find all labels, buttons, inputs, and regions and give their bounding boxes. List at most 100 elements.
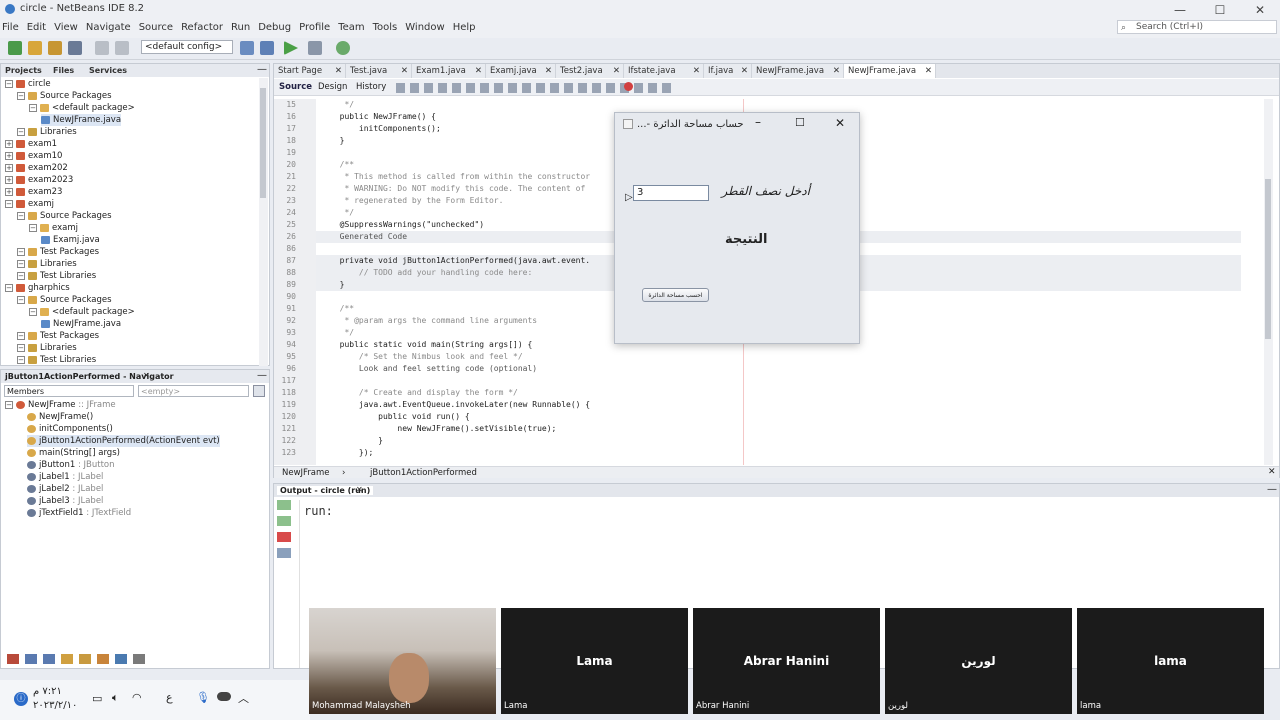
tree-item[interactable]: − examj: [5, 198, 54, 210]
close-button[interactable]: ✕: [1240, 0, 1280, 20]
radius-input[interactable]: 3: [633, 185, 709, 201]
expand-icon[interactable]: −: [5, 79, 13, 88]
editor-tab[interactable]: Ifstate.java ✕: [624, 64, 704, 78]
minimize-panel-icon[interactable]: —: [257, 64, 267, 75]
code-line[interactable]: * regenerated by the Form Editor.: [330, 195, 503, 207]
new-file-icon[interactable]: [8, 41, 22, 55]
maximize-button[interactable]: ☐: [1200, 0, 1240, 20]
rerun-icon[interactable]: [277, 500, 291, 510]
close-tab-icon[interactable]: ✕: [925, 64, 932, 78]
tree-item[interactable]: − Libraries: [17, 126, 77, 138]
code-line[interactable]: public static void main(String args[]) {: [330, 339, 533, 351]
expand-icon[interactable]: +: [5, 187, 13, 196]
history-subtab[interactable]: History: [356, 82, 386, 92]
expand-icon[interactable]: −: [29, 103, 37, 112]
expand-icon[interactable]: −: [29, 307, 37, 316]
code-line[interactable]: /* Set the Nimbus look and feel */: [330, 351, 523, 363]
code-line[interactable]: * WARNING: Do NOT modify this code. The …: [330, 183, 585, 195]
design-subtab[interactable]: Design: [318, 82, 347, 92]
tree-item[interactable]: − Source Packages: [17, 90, 112, 102]
menu-run[interactable]: Run: [231, 22, 250, 33]
close-tab-icon[interactable]: ✕: [833, 64, 840, 78]
tree-item[interactable]: − <default package>: [29, 306, 135, 318]
tree-item[interactable]: NewJFrame.java: [41, 318, 121, 330]
tree-item[interactable]: + exam10: [5, 150, 62, 162]
navigator-item[interactable]: main(String[] args): [27, 447, 120, 459]
expand-icon[interactable]: −: [17, 355, 25, 364]
expand-icon[interactable]: −: [29, 223, 37, 232]
minimize-button[interactable]: —: [1160, 0, 1200, 20]
tree-item[interactable]: − Source Packages: [17, 294, 112, 306]
save-all-icon[interactable]: [68, 41, 82, 55]
editor-tab[interactable]: If.java ✕: [704, 64, 752, 78]
filter-fields-icon[interactable]: [7, 654, 19, 664]
editor-tab[interactable]: Test2.java ✕: [556, 64, 624, 78]
navigator-item[interactable]: − NewJFrame :: JFrame: [5, 399, 116, 411]
members-filter-select[interactable]: Members: [4, 385, 134, 397]
editor-toolbar-icons[interactable]: [396, 83, 676, 93]
menu-window[interactable]: Window: [405, 22, 444, 33]
tree-item[interactable]: + exam2023: [5, 174, 73, 186]
close-tab-icon[interactable]: ✕: [545, 64, 552, 78]
expand-icon[interactable]: −: [17, 247, 25, 256]
clock-time[interactable]: ٧:٢١ م: [33, 686, 62, 697]
navigator-item[interactable]: jLabel3 : JLabel: [27, 495, 103, 507]
language-indicator[interactable]: ع: [166, 691, 173, 704]
code-line[interactable]: * This method is called from within the …: [330, 171, 590, 183]
run-icon[interactable]: [284, 41, 298, 55]
undo-icon[interactable]: [95, 41, 109, 55]
tree-item[interactable]: − Test Libraries: [17, 354, 96, 366]
participant-video-tile[interactable]: Mohammad Malaysheh: [309, 608, 496, 714]
dialog-minimize-button[interactable]: –: [755, 115, 761, 129]
editor-tab[interactable]: NewJFrame.java ✕: [752, 64, 844, 78]
sort-name-icon[interactable]: [115, 654, 127, 664]
close-navigator-icon[interactable]: ✕: [143, 371, 150, 380]
editor-tab[interactable]: Examj.java ✕: [486, 64, 556, 78]
filter-static-icon[interactable]: [25, 654, 37, 664]
menu-source[interactable]: Source: [139, 22, 173, 33]
participant-tile-abrar[interactable]: Abrar Hanini Abrar Hanini: [693, 608, 880, 714]
minimize-navigator-icon[interactable]: —: [257, 370, 267, 381]
expand-icon[interactable]: −: [17, 331, 25, 340]
code-line[interactable]: java.awt.EventQueue.invokeLater(new Runn…: [330, 399, 590, 411]
tree-item[interactable]: − Test Packages: [17, 330, 99, 342]
tab-projects[interactable]: Projects: [5, 66, 42, 75]
sort-icon[interactable]: [97, 654, 109, 664]
tree-item[interactable]: + exam1: [5, 138, 57, 150]
tree-item[interactable]: NewJFrame.java: [41, 114, 122, 126]
menu-navigate[interactable]: Navigate: [86, 22, 131, 33]
new-project-icon[interactable]: [28, 41, 42, 55]
settings-icon[interactable]: [277, 548, 291, 558]
tree-item[interactable]: − Test Libraries: [17, 270, 96, 282]
tree-item[interactable]: − Source Packages: [17, 210, 112, 222]
chevron-up-icon[interactable]: ︿: [238, 690, 249, 706]
code-line[interactable]: }: [330, 435, 383, 447]
code-line[interactable]: */: [330, 327, 354, 339]
redo-icon[interactable]: [115, 41, 129, 55]
tree-item[interactable]: − examj: [29, 222, 78, 234]
tree-item[interactable]: − circle: [5, 78, 51, 90]
code-line[interactable]: /**: [330, 303, 354, 315]
tree-item[interactable]: Examj.java: [41, 234, 100, 246]
participant-tile-lorin[interactable]: لورين لورين: [885, 608, 1072, 714]
navigator-item[interactable]: NewJFrame(): [27, 411, 93, 423]
editor-tab[interactable]: Exam1.java ✕: [412, 64, 486, 78]
code-line[interactable]: public NewJFrame() {: [330, 111, 436, 123]
expand-icon[interactable]: −: [5, 400, 13, 409]
empty-filter-select[interactable]: <empty>: [138, 385, 249, 397]
microphone-icon[interactable]: 🎙︎: [196, 691, 210, 704]
menu-tools[interactable]: Tools: [373, 22, 398, 33]
open-project-icon[interactable]: [48, 41, 62, 55]
tab-files[interactable]: Files: [53, 66, 74, 75]
code-line[interactable]: /**: [330, 159, 354, 171]
expand-icon[interactable]: −: [17, 91, 25, 100]
navigator-item[interactable]: jTextField1 : JTextField: [27, 507, 131, 519]
navigator-item[interactable]: jButton1 : JButton: [27, 459, 115, 471]
filter-inherited-icon[interactable]: [61, 654, 73, 664]
code-line[interactable]: Look and feel setting code (optional): [330, 363, 537, 375]
menu-edit[interactable]: Edit: [27, 22, 46, 33]
expand-icon[interactable]: −: [5, 283, 13, 292]
config-select[interactable]: <default config>: [141, 40, 233, 54]
close-tab-icon[interactable]: ✕: [693, 64, 700, 78]
expand-icon[interactable]: +: [5, 175, 13, 184]
